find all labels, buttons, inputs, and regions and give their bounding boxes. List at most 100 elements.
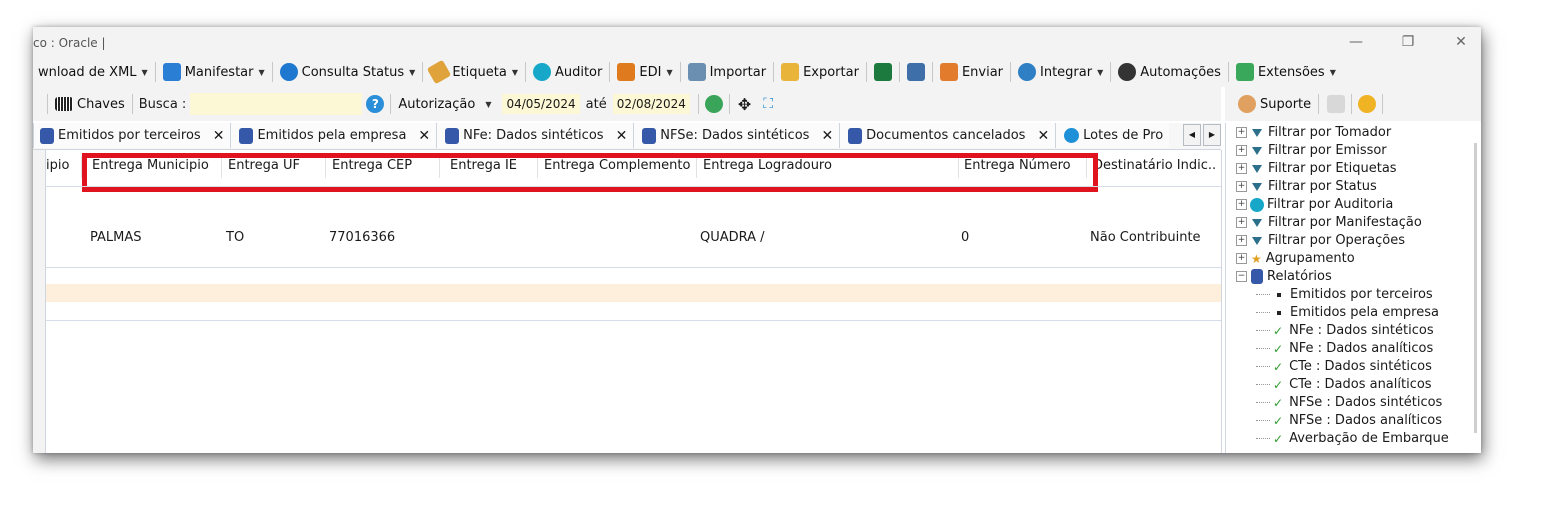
tree-node-filtrar-etiquetas[interactable]: + Filtrar por Etiquetas [1236,161,1397,176]
tree-scrollbar[interactable] [1474,143,1477,433]
extensoes-button[interactable]: Extensões ▼ [1231,60,1341,84]
tree-node-label: Filtrar por Tomador [1268,125,1392,140]
row-divider [46,267,1221,268]
toolbar-separator [898,62,900,82]
close-icon[interactable]: ✕ [821,128,833,144]
tree-node-label: Averbação de Embarque [1289,431,1449,446]
close-icon[interactable]: ✕ [1037,128,1049,144]
bullet-icon [1277,310,1281,315]
date-type-value: Autorização [398,96,476,112]
date-from-field[interactable]: 04/05/2024 [502,94,580,114]
search-input[interactable] [190,93,363,115]
tab-nfse-sinteticos[interactable]: NFSe: Dados sintéticos ✕ [634,123,841,148]
cell-destinatario-indicador: Não Contribuinte [1090,230,1201,245]
expand-icon[interactable]: + [1236,145,1247,156]
toolbar-separator [865,62,867,82]
minimize-icon[interactable]: — [1341,31,1371,53]
suporte-button[interactable]: Suporte [1233,92,1316,116]
group-icon: ★ [1251,251,1262,266]
tree-report-item[interactable]: Emitidos pela empresa [1256,305,1439,320]
chaves-button[interactable]: Chaves [50,92,130,116]
tab-lotes[interactable]: Lotes de Pro [1056,123,1170,148]
fullscreen-icon[interactable]: ⛶ [763,96,773,112]
tree-report-item[interactable]: ✓ CTe : Dados analíticos [1256,377,1432,392]
tree-report-item[interactable]: ✓ NFe : Dados analíticos [1256,341,1433,356]
auditor-button[interactable]: Auditor [528,60,607,84]
filter-clear-icon[interactable] [1327,95,1346,113]
print-button[interactable] [902,60,930,84]
close-icon[interactable]: ✕ [418,128,430,144]
manifestar-button[interactable]: Manifestar ▼ [158,60,270,84]
date-type-select[interactable]: Autorização ▼ [393,92,496,116]
expand-icon[interactable]: + [1236,199,1247,210]
tab-emitidos-empresa[interactable]: Emitidos pela empresa ✕ [231,123,438,148]
tree-connector [1256,312,1270,313]
tree-report-item[interactable]: ✓ Averbação de Embarque [1256,431,1449,446]
auditor-label: Auditor [554,64,603,80]
tab-scroll-right-icon[interactable]: ▶ [1203,124,1221,146]
grid-header: ipio Entrega Municipio Entrega UF Entreg… [46,150,1221,192]
download-xml-button[interactable]: wnload de XML ▼ [33,60,153,84]
collapse-icon[interactable]: − [1236,271,1247,282]
expand-icon[interactable]: + [1236,181,1247,192]
tree-report-item[interactable]: ✓ CTe : Dados sintéticos [1256,359,1432,374]
excel-button[interactable] [869,60,897,84]
settings-icon[interactable] [1358,95,1377,113]
exportar-button[interactable]: Exportar [776,60,864,84]
tree-node-filtrar-emissor[interactable]: + Filtrar por Emissor [1236,143,1387,158]
funnel-icon [1252,236,1262,245]
column-header[interactable]: Destinatário Indic.. [1093,158,1216,173]
automacoes-button[interactable]: Automações [1113,60,1226,84]
tree-node-filtrar-manifestacao[interactable]: + Filtrar por Manifestação [1236,215,1422,230]
tree-node-filtrar-tomador[interactable]: + Filtrar por Tomador [1236,125,1391,140]
move-icon[interactable]: ✥ [738,95,751,114]
tab-scroll-left-icon[interactable]: ◀ [1183,124,1201,146]
expand-icon[interactable]: + [1236,163,1247,174]
tab-emitidos-terceiros[interactable]: Emitidos por terceiros ✕ [33,123,232,148]
etiqueta-label: Etiqueta [452,64,507,80]
close-icon[interactable]: ✕ [213,128,225,144]
tree-node-label: Relatórios [1267,269,1332,284]
tree-node-relatorios[interactable]: − Relatórios [1236,269,1332,284]
table-row[interactable] [46,284,1221,302]
consulta-status-label: Consulta Status [301,64,405,80]
report-icon [1251,269,1263,284]
importar-button[interactable]: Importar [683,60,771,84]
tree-report-item[interactable]: ✓ NFSe : Dados sintéticos [1256,395,1442,410]
cell-entrega-numero: 0 [961,230,970,245]
enviar-button[interactable]: Enviar [935,60,1008,84]
edi-button[interactable]: EDI ▼ [612,60,677,84]
etiqueta-button[interactable]: Etiqueta ▼ [425,59,523,85]
tree-report-item[interactable]: Emitidos por terceiros [1256,287,1433,302]
toolbar-separator [131,94,133,114]
tab-documentos-cancelados[interactable]: Documentos cancelados ✕ [840,123,1057,148]
expand-icon[interactable]: + [1236,253,1247,264]
funnel-icon [1252,218,1262,227]
expand-icon[interactable]: + [1236,235,1247,246]
integrar-button[interactable]: Integrar ▼ [1013,60,1108,84]
tree-report-item[interactable]: ✓ NFe : Dados sintéticos [1256,323,1434,338]
tree-node-label: Filtrar por Etiquetas [1268,161,1397,176]
tree-node-filtrar-operacoes[interactable]: + Filtrar por Operações [1236,233,1405,248]
toolbar-separator [697,94,699,114]
close-icon[interactable]: ✕ [1446,31,1476,53]
tree-node-filtrar-status[interactable]: + Filtrar por Status [1236,179,1377,194]
tab-nfe-sinteticos[interactable]: NFe: Dados sintéticos ✕ [437,123,635,148]
check-icon: ✓ [1273,377,1284,392]
expand-icon[interactable]: + [1236,127,1247,138]
toolbar-separator [390,94,392,114]
expand-icon[interactable]: + [1236,217,1247,228]
restore-icon[interactable]: ❐ [1393,31,1423,53]
edi-label: EDI [639,64,662,80]
help-icon[interactable]: ? [366,95,385,113]
consulta-status-button[interactable]: Consulta Status ▼ [275,60,421,84]
check-circle-icon [279,63,298,81]
column-header[interactable]: ipio [46,158,69,173]
close-icon[interactable]: ✕ [616,128,628,144]
refresh-icon[interactable] [704,95,723,113]
tree-node-agrupamento[interactable]: + ★ Agrupamento [1236,251,1355,266]
date-to-field[interactable]: 02/08/2024 [612,94,690,114]
tree-report-item[interactable]: ✓ NFSe : Dados analíticos [1256,413,1442,428]
tab-bar: Emitidos por terceiros ✕ Emitidos pela em… [33,123,1221,150]
tree-node-filtrar-auditoria[interactable]: + Filtrar por Auditoria [1236,197,1393,212]
